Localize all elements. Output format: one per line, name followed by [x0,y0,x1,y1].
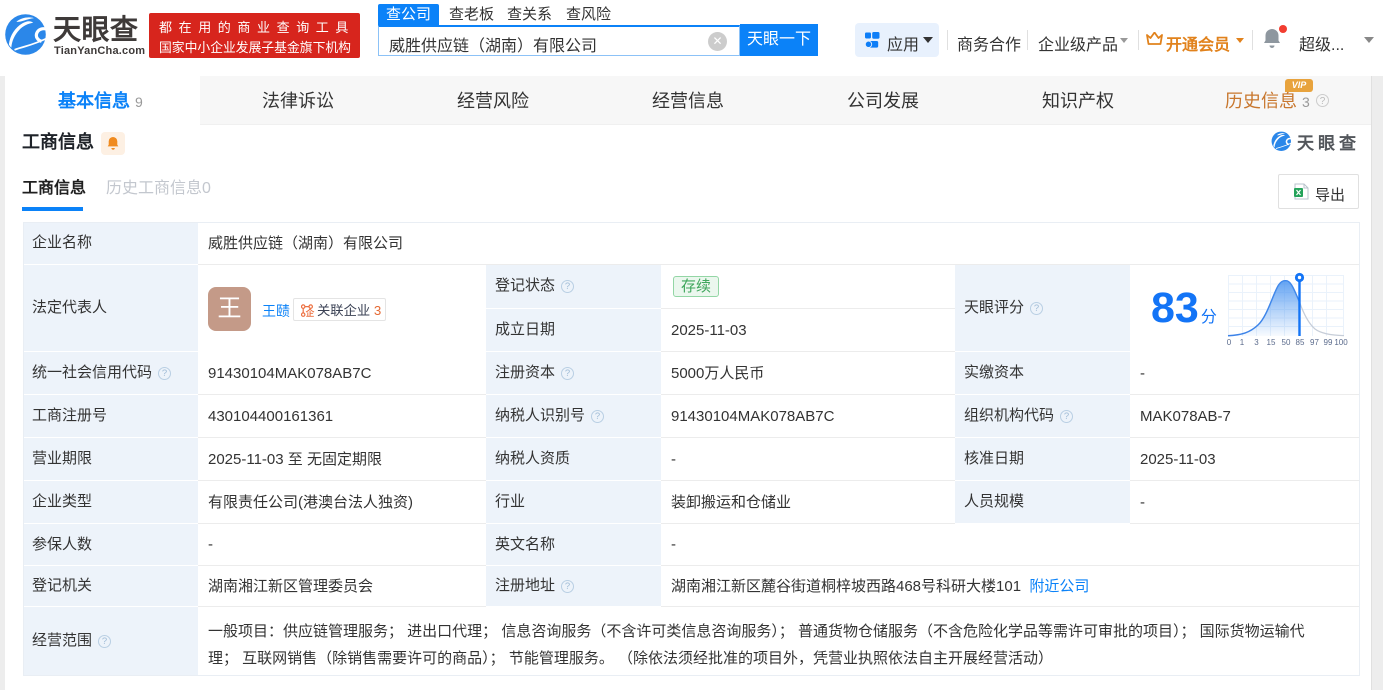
svg-text:0: 0 [1227,338,1232,347]
svg-text:50: 50 [1282,338,1291,347]
svg-text:1: 1 [1240,338,1245,347]
svg-text:99: 99 [1324,338,1333,347]
svg-text:15: 15 [1267,338,1276,347]
svg-text:85: 85 [1296,338,1305,347]
svg-text:3: 3 [1254,338,1259,347]
svg-text:100: 100 [1334,338,1348,347]
svg-text:97: 97 [1310,338,1319,347]
svg-text:企: 企 [304,308,314,318]
